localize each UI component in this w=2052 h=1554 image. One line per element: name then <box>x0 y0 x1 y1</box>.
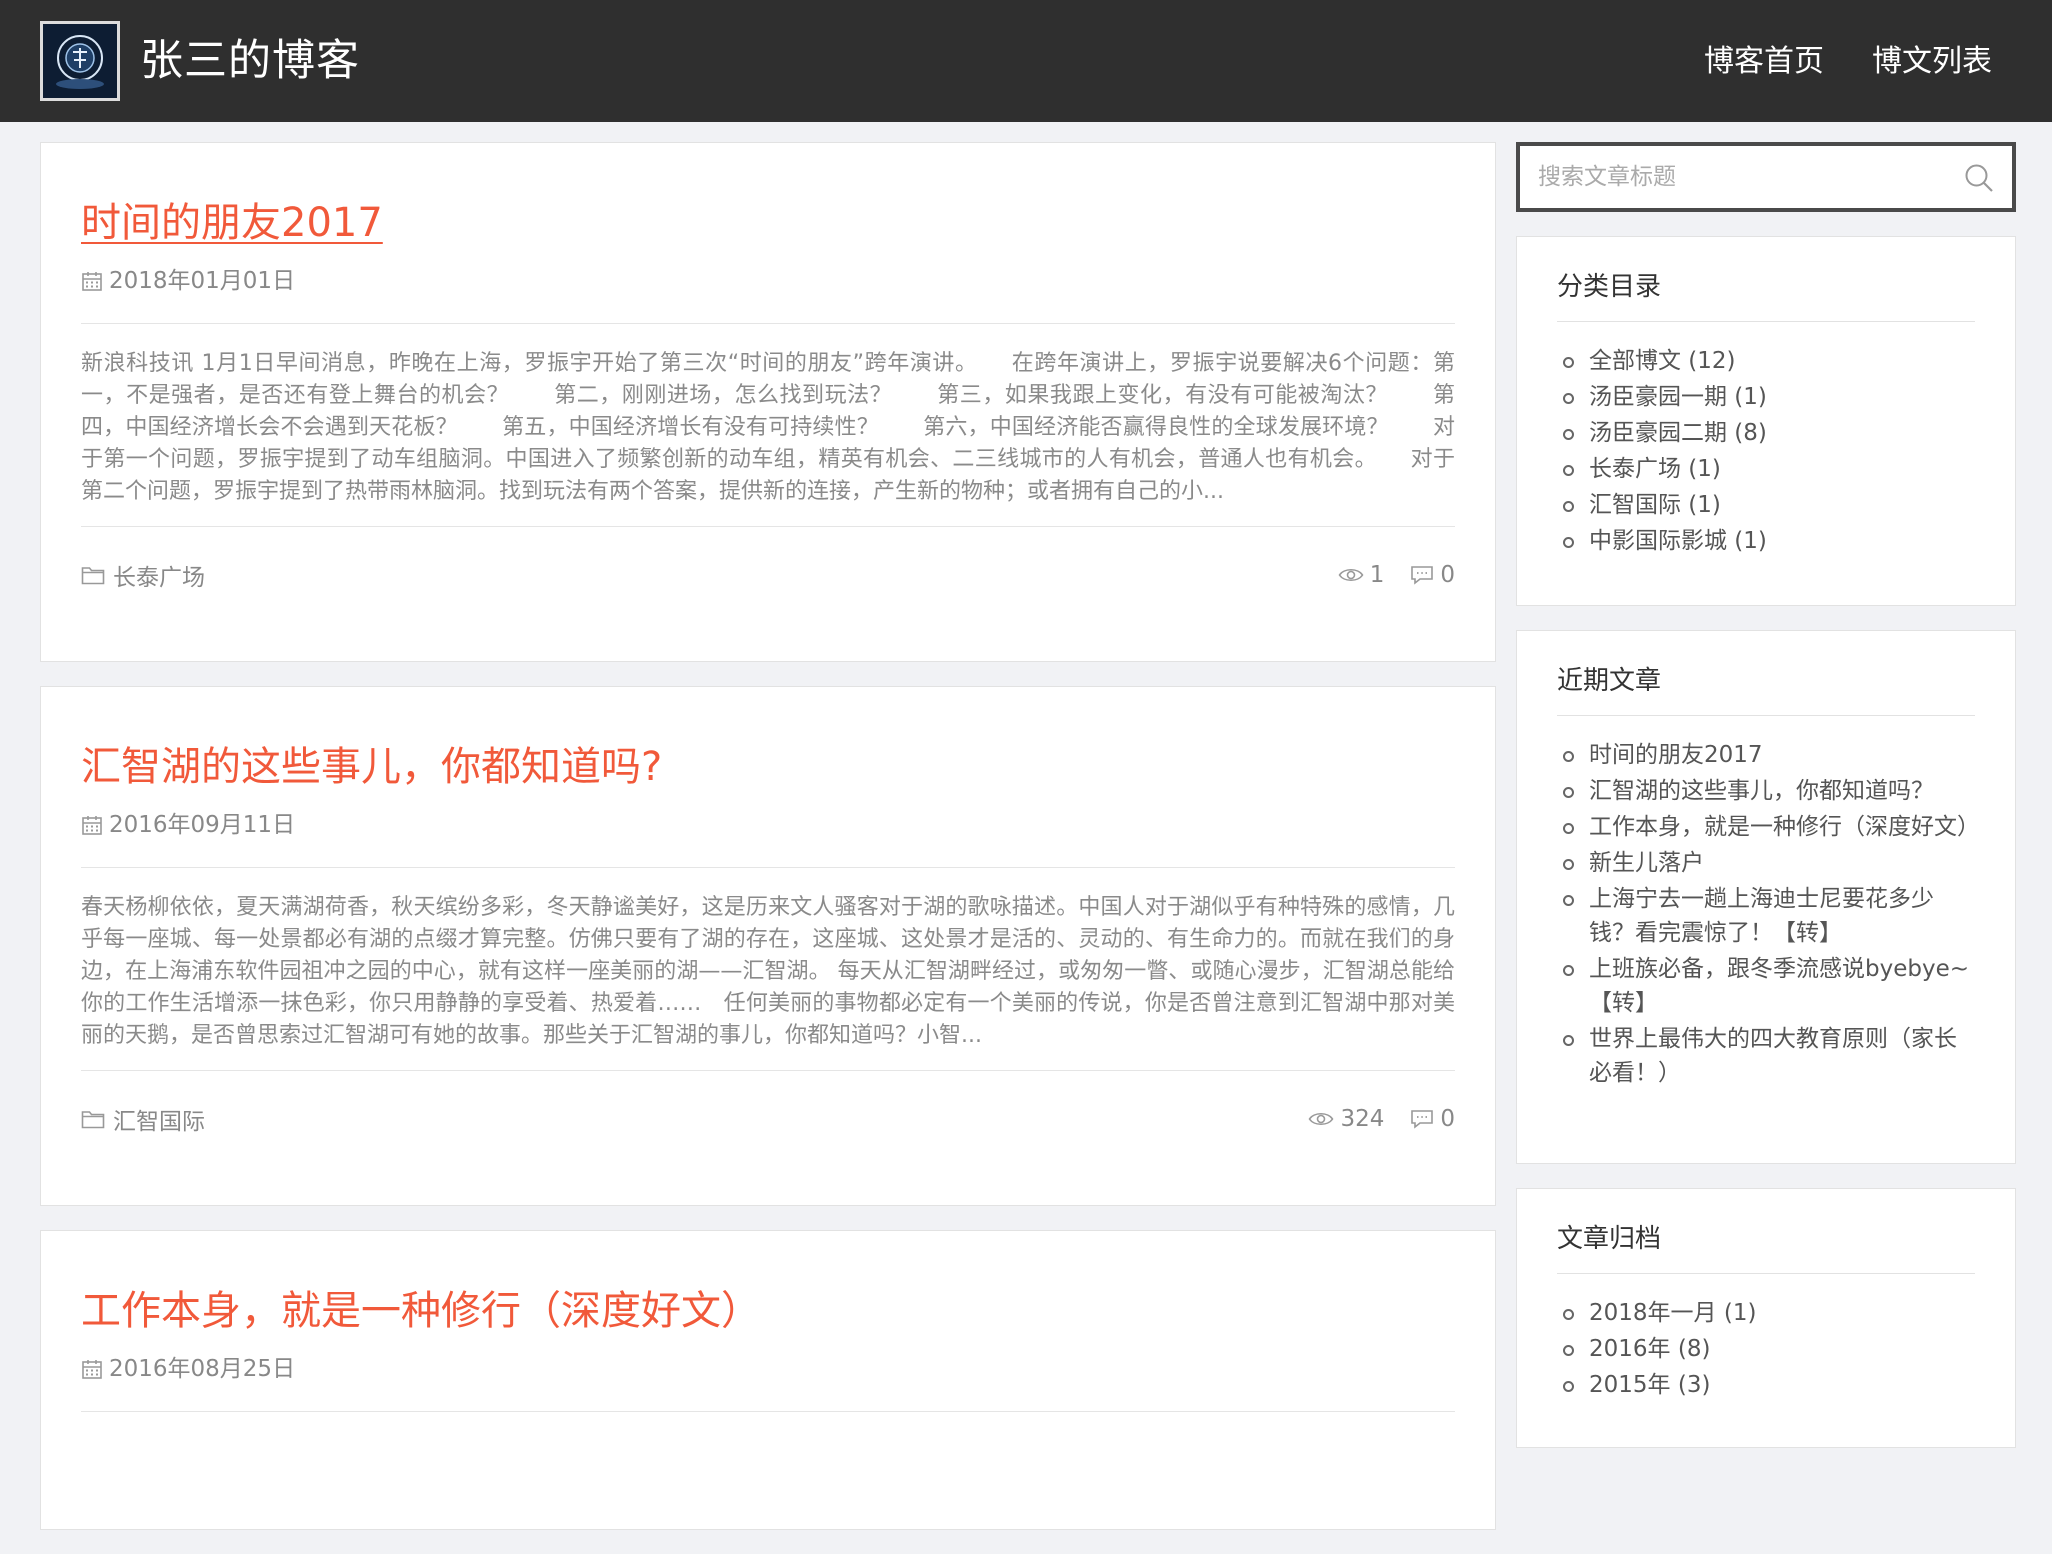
list-item[interactable]: 全部博文 (12) <box>1557 344 1975 378</box>
category-link[interactable]: 汇智国际 (1) <box>1589 492 1721 518</box>
list-item[interactable]: 世界上最伟大的四大教育原则（家长必看！） <box>1557 1022 1975 1090</box>
recent-post-link[interactable]: 工作本身，就是一种修行（深度好文） <box>1589 814 1980 840</box>
eye-icon <box>1308 1110 1334 1128</box>
list-item[interactable]: 工作本身，就是一种修行（深度好文） <box>1557 810 1980 844</box>
calendar-icon <box>81 270 103 292</box>
list-item[interactable]: 长泰广场 (1) <box>1557 452 1975 486</box>
site-title[interactable]: 张三的博客 <box>140 34 360 88</box>
post-card: 汇智湖的这些事儿，你都知道吗? 2016年09月11日 春天杨柳依依，夏天满湖荷… <box>40 686 1496 1206</box>
widget-title: 近期文章 <box>1557 661 1975 716</box>
category-link[interactable]: 全部博文 (12) <box>1589 348 1736 374</box>
folder-icon <box>81 565 105 585</box>
post-date-text: 2016年08月25日 <box>109 1356 296 1382</box>
nav-home-link[interactable]: 博客首页 <box>1704 40 1824 84</box>
category-link[interactable]: 长泰广场 (1) <box>1589 456 1721 482</box>
post-category-link[interactable]: 汇智国际 <box>113 1102 205 1136</box>
categories-widget: 分类目录 全部博文 (12) 汤臣豪园一期 (1) 汤臣豪园二期 (8) 长泰广… <box>1516 236 2016 606</box>
view-count: 1 <box>1369 562 1385 588</box>
eye-icon <box>1338 566 1364 584</box>
list-item[interactable]: 上班族必备，跟冬季流感说byebye~【转】 <box>1557 952 1975 1020</box>
archive-link[interactable]: 2015年 (3) <box>1589 1372 1710 1398</box>
list-item[interactable]: 2015年 (3) <box>1557 1368 1975 1402</box>
folder-icon <box>81 1109 105 1129</box>
sidebar: 分类目录 全部博文 (12) 汤臣豪园一期 (1) 汤臣豪园二期 (8) 长泰广… <box>1516 142 2016 1472</box>
top-navbar: 张三的博客 博客首页 博文列表 <box>0 0 2052 122</box>
archive-widget: 文章归档 2018年一月 (1) 2016年 (8) 2015年 (3) <box>1516 1188 2016 1448</box>
list-item[interactable]: 汤臣豪园二期 (8) <box>1557 416 1975 450</box>
widget-title: 文章归档 <box>1557 1219 1975 1274</box>
recent-post-link[interactable]: 汇智湖的这些事儿，你都知道吗？ <box>1589 778 1934 804</box>
post-list: 时间的朋友2017 2018年01月01日 新浪科技讯 1月1日早间消息，昨晚在… <box>40 142 1496 1554</box>
post-date-text: 2018年01月01日 <box>109 268 296 294</box>
widget-title: 分类目录 <box>1557 267 1975 322</box>
calendar-icon <box>81 814 103 836</box>
post-card: 时间的朋友2017 2018年01月01日 新浪科技讯 1月1日早间消息，昨晚在… <box>40 142 1496 662</box>
search-icon[interactable] <box>1964 163 1994 197</box>
category-link[interactable]: 中影国际影城 (1) <box>1589 528 1767 554</box>
post-title[interactable]: 时间的朋友2017 <box>81 143 1455 253</box>
post-date-text: 2016年09月11日 <box>109 812 296 838</box>
recent-post-link[interactable]: 上班族必备，跟冬季流感说byebye~【转】 <box>1589 956 1969 1016</box>
comment-count: 0 <box>1440 1106 1455 1132</box>
archive-link[interactable]: 2016年 (8) <box>1589 1336 1710 1362</box>
comment-count: 0 <box>1440 562 1455 588</box>
post-title[interactable]: 工作本身，就是一种修行（深度好文） <box>81 1231 1455 1341</box>
list-item[interactable]: 2018年一月 (1) <box>1557 1296 1975 1330</box>
list-item[interactable]: 汇智湖的这些事儿，你都知道吗？ <box>1557 774 1975 808</box>
post-category-link[interactable]: 长泰广场 <box>113 558 205 592</box>
category-link[interactable]: 汤臣豪园二期 (8) <box>1589 420 1767 446</box>
site-logo[interactable] <box>40 21 120 101</box>
search-box <box>1516 142 2016 212</box>
divider <box>81 1411 1455 1412</box>
recent-post-link[interactable]: 时间的朋友2017 <box>1589 742 1763 768</box>
recent-posts-widget: 近期文章 时间的朋友2017 汇智湖的这些事儿，你都知道吗？ 工作本身，就是一种… <box>1516 630 2016 1164</box>
post-excerpt: 春天杨柳依依，夏天满湖荷香，秋天缤纷多彩，冬天静谧美好，这是历来文人骚客对于湖的… <box>81 895 1455 1048</box>
post-date: 2016年09月11日 <box>81 809 1455 841</box>
list-item[interactable]: 中影国际影城 (1) <box>1557 524 1975 558</box>
view-count: 324 <box>1340 1106 1385 1132</box>
list-item[interactable]: 时间的朋友2017 <box>1557 738 1975 772</box>
nav-post-list-link[interactable]: 博文列表 <box>1872 40 1992 84</box>
post-card: 工作本身，就是一种修行（深度好文） 2016年08月25日 <box>40 1230 1496 1530</box>
post-meta: 长泰广场 1 0 <box>81 527 1455 623</box>
list-item[interactable]: 新生儿落户 <box>1557 846 1975 880</box>
recent-post-link[interactable]: 新生儿落户 <box>1589 850 1704 876</box>
post-date: 2018年01月01日 <box>81 265 1455 297</box>
recent-post-link[interactable]: 世界上最伟大的四大教育原则（家长必看！） <box>1589 1026 1957 1086</box>
post-title[interactable]: 汇智湖的这些事儿，你都知道吗? <box>81 687 1455 797</box>
archive-link[interactable]: 2018年一月 (1) <box>1589 1300 1756 1326</box>
post-date: 2016年08月25日 <box>81 1353 1455 1385</box>
main-nav: 博客首页 博文列表 <box>1704 40 1992 84</box>
post-excerpt: 新浪科技讯 1月1日早间消息，昨晚在上海，罗振宇开始了第三次“时间的朋友”跨年演… <box>81 351 1455 504</box>
recent-post-link[interactable]: 上海宁去一趟上海迪士尼要花多少钱？看完震惊了！【转】 <box>1589 886 1934 946</box>
list-item[interactable]: 汇智国际 (1) <box>1557 488 1975 522</box>
comment-icon <box>1410 565 1434 585</box>
comment-icon <box>1410 1109 1434 1129</box>
list-item[interactable]: 上海宁去一趟上海迪士尼要花多少钱？看完震惊了！【转】 <box>1557 882 1975 950</box>
post-meta: 汇智国际 324 0 <box>81 1071 1455 1167</box>
list-item[interactable]: 2016年 (8) <box>1557 1332 1975 1366</box>
list-item[interactable]: 汤臣豪园一期 (1) <box>1557 380 1975 414</box>
calendar-icon <box>81 1358 103 1380</box>
search-input[interactable] <box>1520 146 1940 208</box>
category-link[interactable]: 汤臣豪园一期 (1) <box>1589 384 1767 410</box>
